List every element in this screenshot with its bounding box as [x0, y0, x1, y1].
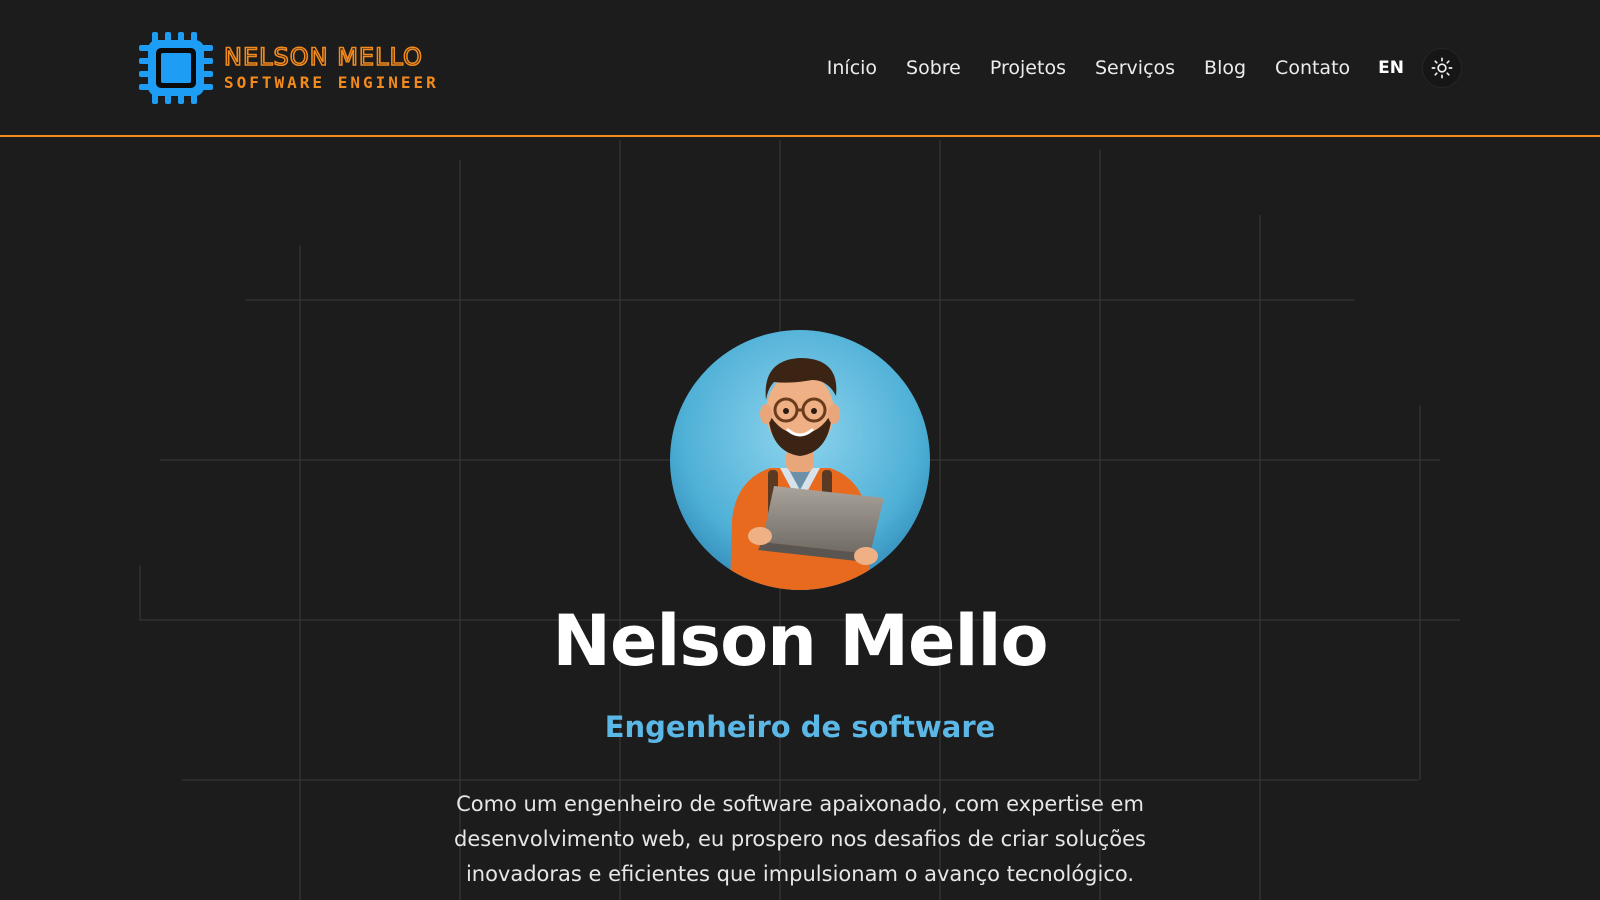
site-header: NELSON MELLO SOFTWARE ENGINEER Início So… — [0, 0, 1600, 137]
nav-link-blog[interactable]: Blog — [1204, 48, 1246, 88]
logo-name: NELSON MELLO — [223, 42, 423, 72]
logo[interactable]: NELSON MELLO SOFTWARE ENGINEER — [138, 30, 439, 106]
language-toggle[interactable]: EN — [1378, 48, 1404, 88]
chip-icon — [139, 32, 213, 104]
logo-text: NELSON MELLO SOFTWARE ENGINEER — [223, 42, 439, 94]
hero-section: Nelson Mello Engenheiro de software Como… — [0, 137, 1600, 900]
page: NELSON MELLO SOFTWARE ENGINEER Início So… — [0, 0, 1600, 900]
nav-link-servicos[interactable]: Serviços — [1095, 48, 1175, 88]
logo-tagline: SOFTWARE ENGINEER — [224, 73, 439, 92]
nav-link-contato[interactable]: Contato — [1275, 48, 1350, 88]
main-nav: Início Sobre Projetos Serviços Blog Cont… — [827, 48, 1462, 88]
developer-avatar-icon — [670, 330, 930, 590]
theme-toggle-button[interactable] — [1422, 48, 1462, 88]
sun-icon — [1431, 57, 1453, 79]
avatar — [670, 330, 930, 590]
hero-description: Como um engenheiro de software apaixonad… — [454, 792, 1146, 886]
nav-link-projetos[interactable]: Projetos — [990, 48, 1066, 88]
hero-role: Engenheiro de software — [604, 710, 996, 744]
hero-name: Nelson Mello — [552, 600, 1048, 682]
nav-link-inicio[interactable]: Início — [827, 48, 877, 88]
nav-link-sobre[interactable]: Sobre — [906, 48, 961, 88]
